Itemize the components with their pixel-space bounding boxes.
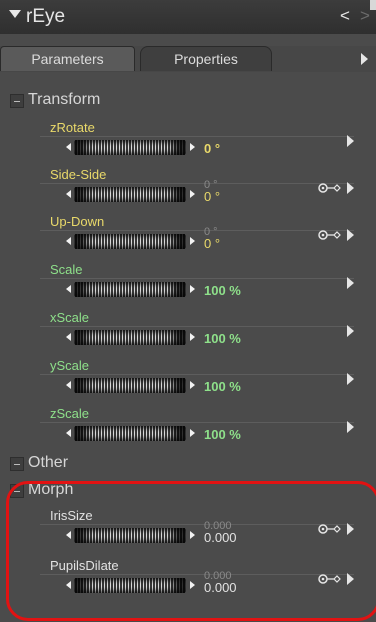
dial-wheel[interactable] <box>74 234 186 249</box>
param-menu-arrow-icon[interactable] <box>347 277 354 289</box>
dial-decrement-icon[interactable] <box>66 285 71 293</box>
param-row-zrotate: zRotate 0 ° <box>0 120 376 166</box>
dial-wheel[interactable] <box>74 282 186 297</box>
dial-wheel[interactable] <box>74 140 186 155</box>
group-label-other: Other <box>28 454 69 471</box>
dial-wheel[interactable] <box>74 378 186 393</box>
dial-increment-icon[interactable] <box>190 237 195 245</box>
param-menu-arrow-icon[interactable] <box>347 421 354 433</box>
value-dial[interactable] <box>66 426 198 441</box>
dial-decrement-icon[interactable] <box>66 190 71 198</box>
dial-increment-icon[interactable] <box>190 429 195 437</box>
param-menu-arrow-icon[interactable] <box>347 229 354 241</box>
param-value[interactable]: 100 % <box>204 283 241 298</box>
dial-increment-icon[interactable] <box>190 190 195 198</box>
param-label: zScale <box>50 406 90 421</box>
param-menu-arrow-icon[interactable] <box>347 135 354 147</box>
red-highlight-outline <box>6 481 376 621</box>
dial-decrement-icon[interactable] <box>66 143 71 151</box>
value-dial[interactable] <box>66 140 198 155</box>
keyframe-key-icon[interactable] <box>318 182 344 194</box>
collapse-minus-icon[interactable] <box>10 457 24 471</box>
tab-parameters[interactable]: Parameters <box>0 46 135 71</box>
row-divider <box>40 374 354 375</box>
collapse-arrow-icon[interactable] <box>9 10 21 18</box>
dial-increment-icon[interactable] <box>190 143 195 151</box>
param-value[interactable]: 100 % <box>204 331 241 346</box>
dial-decrement-icon[interactable] <box>66 429 71 437</box>
param-row-up-down: Up-Down 0 ° 0 ° <box>0 214 376 260</box>
group-label-transform: Transform <box>28 91 101 108</box>
row-divider <box>40 136 354 137</box>
row-divider <box>40 326 354 327</box>
param-row-xscale: xScale 100 % <box>0 310 376 356</box>
tab-properties[interactable]: Properties <box>140 46 272 71</box>
value-dial[interactable] <box>66 234 198 249</box>
param-row-scale: Scale 100 % <box>0 262 376 308</box>
row-divider <box>40 422 354 423</box>
param-label: Side-Side <box>50 167 107 182</box>
param-value[interactable]: 0 ° <box>204 237 220 250</box>
dial-increment-icon[interactable] <box>190 333 195 341</box>
value-dial[interactable] <box>66 330 198 345</box>
dial-decrement-icon[interactable] <box>66 333 71 341</box>
param-menu-arrow-icon[interactable] <box>347 373 354 385</box>
group-other[interactable]: Other <box>10 454 370 474</box>
panel-corner-button[interactable] <box>370 0 376 10</box>
param-value[interactable]: 0 ° <box>204 190 220 203</box>
row-divider <box>40 230 354 231</box>
dial-wheel[interactable] <box>74 187 186 202</box>
param-label: yScale <box>50 358 90 373</box>
dial-wheel[interactable] <box>74 426 186 441</box>
param-menu-arrow-icon[interactable] <box>347 325 354 337</box>
tab-bar: Parameters Properties <box>0 46 376 73</box>
param-row-side-side: Side-Side 0 ° 0 ° <box>0 167 376 213</box>
param-menu-arrow-icon[interactable] <box>347 182 354 194</box>
tab-menu-arrow-icon[interactable] <box>361 53 368 65</box>
param-label: xScale <box>50 310 90 325</box>
dial-decrement-icon[interactable] <box>66 237 71 245</box>
param-row-yscale: yScale 100 % <box>0 358 376 404</box>
next-item-button[interactable]: > <box>360 6 370 26</box>
row-divider <box>40 183 354 184</box>
dial-decrement-icon[interactable] <box>66 381 71 389</box>
collapse-minus-icon[interactable] <box>10 94 24 108</box>
keyframe-key-icon[interactable] <box>318 229 344 241</box>
parameters-panel: rEye < > Parameters Properties Transform… <box>0 0 376 622</box>
panel-title[interactable]: rEye <box>26 6 65 28</box>
param-label: zRotate <box>50 120 95 135</box>
group-transform[interactable]: Transform <box>10 91 370 111</box>
param-value[interactable]: 0 ° <box>204 141 220 156</box>
param-label: Up-Down <box>50 214 105 229</box>
panel-title-bar: rEye < > <box>0 0 376 34</box>
previous-item-button[interactable]: < <box>340 6 350 26</box>
dial-increment-icon[interactable] <box>190 285 195 293</box>
dial-increment-icon[interactable] <box>190 381 195 389</box>
param-value[interactable]: 100 % <box>204 379 241 394</box>
row-divider <box>40 278 354 279</box>
dial-wheel[interactable] <box>74 330 186 345</box>
param-row-zscale: zScale 100 % <box>0 406 376 452</box>
param-value[interactable]: 100 % <box>204 427 241 442</box>
value-dial[interactable] <box>66 282 198 297</box>
value-dial[interactable] <box>66 378 198 393</box>
value-dial[interactable] <box>66 187 198 202</box>
param-label: Scale <box>50 262 83 277</box>
